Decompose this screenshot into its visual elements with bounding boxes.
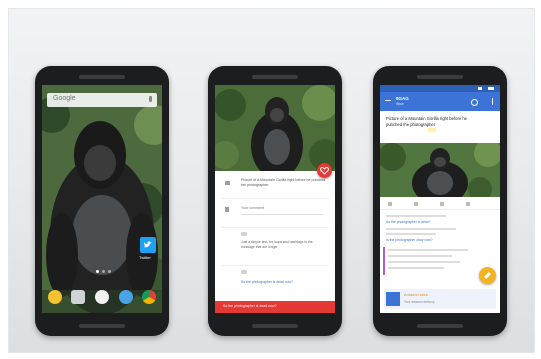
signal-icon [478, 87, 482, 90]
reply-input-placeholder: So the photographer is dead now? [223, 304, 277, 308]
promo-banner[interactable]: Amazon stick Your amazon delivery [384, 289, 496, 309]
reply-card-2: So the photographer is dead now? [221, 265, 329, 292]
product-showcase: Google Twitter Picture of a Mountain Gor… [8, 8, 535, 353]
reply-card: Just a simple test, for loops and hashta… [221, 227, 329, 262]
promo-subtitle: Your amazon delivery [404, 300, 435, 304]
post-action-bar [380, 199, 500, 210]
tweet-detail-screen: Picture of a Mountain Gorilla right befo… [215, 85, 335, 313]
comment-label: Your comment [241, 206, 265, 210]
reply-input-bar[interactable]: So the photographer is dead now? [215, 301, 335, 313]
share-icon[interactable] [471, 99, 478, 106]
google-logo-label: Google [53, 95, 76, 102]
phone-icon[interactable] [119, 290, 133, 304]
reply-text-2: So the photographer is dead now? [241, 280, 293, 284]
comment-input-line[interactable] [241, 214, 323, 215]
comment-meta-line [388, 261, 460, 263]
heart-icon [319, 166, 330, 175]
chrome-icon[interactable] [142, 290, 156, 304]
google-search-bar[interactable]: Google [47, 93, 157, 107]
gorilla-wallpaper [42, 85, 162, 313]
phone-post-detail: 9GAG Wow Picture of a Mountain Gorilla r… [373, 66, 507, 336]
home-screen: Google Twitter [42, 85, 162, 313]
document-icon [225, 207, 229, 212]
phone-home-screen: Google Twitter [35, 66, 169, 336]
bottom-speaker [252, 324, 298, 328]
app-drawer-icon[interactable] [95, 290, 109, 304]
post-gorilla-photo [380, 143, 500, 197]
repost-icon[interactable] [440, 202, 444, 206]
favorite-fab-button[interactable] [317, 163, 332, 178]
thread-indicator [383, 247, 385, 275]
reply-link-1[interactable]: So the photographer is dead? [386, 220, 431, 224]
twitter-app-label: Twitter [139, 255, 151, 260]
divider [221, 198, 329, 199]
comment-meta-line [388, 249, 468, 251]
bottom-speaker [417, 324, 463, 328]
reply-link-2[interactable]: Is the photographer okay now? [386, 238, 433, 242]
comment-meta-line [386, 233, 436, 235]
post-title: Picture of a Mountain Gorilla right befo… [386, 116, 468, 127]
avatar [241, 232, 247, 236]
back-arrow-icon[interactable] [385, 100, 391, 101]
tweet-text: Picture of a Mountain Gorilla right befo… [241, 178, 326, 187]
comment-meta-line [388, 267, 444, 269]
gorilla-photo [215, 85, 335, 171]
battery-icon [488, 87, 494, 90]
bottom-speaker [79, 324, 125, 328]
app-icon[interactable] [48, 290, 62, 304]
microphone-icon[interactable] [149, 96, 152, 102]
earpiece-speaker [79, 75, 125, 79]
comment-meta-line [386, 228, 456, 230]
promo-title: Amazon stick [404, 292, 428, 297]
reply-text: Just a simple test, for loops and hashta… [241, 240, 313, 249]
star-icon[interactable] [466, 202, 470, 206]
earpiece-speaker [252, 75, 298, 79]
pencil-icon [483, 271, 492, 280]
tag-badge [428, 128, 436, 132]
toolbar-title: 9GAG [396, 96, 409, 101]
toolbar-subtitle: Wow [396, 102, 404, 106]
comment-icon[interactable] [414, 202, 418, 206]
more-icon[interactable] [492, 98, 493, 105]
app-toolbar: 9GAG Wow [380, 92, 500, 111]
twitter-app-icon[interactable] [140, 237, 156, 253]
status-bar [380, 85, 500, 92]
bookmark-icon[interactable] [225, 181, 230, 185]
earpiece-speaker [417, 75, 463, 79]
like-icon[interactable] [388, 202, 392, 206]
avatar [241, 270, 247, 274]
comment-meta-line [388, 255, 452, 257]
camera-icon[interactable] [71, 290, 85, 304]
twitter-bird-icon [143, 241, 152, 248]
app-dock [42, 281, 162, 313]
phone-tweet-detail: Picture of a Mountain Gorilla right befo… [208, 66, 342, 336]
post-detail-screen: 9GAG Wow Picture of a Mountain Gorilla r… [380, 85, 500, 313]
promo-thumbnail [386, 292, 400, 306]
comment-meta-line [386, 215, 446, 217]
compose-fab-button[interactable] [479, 267, 496, 284]
page-indicator [96, 270, 111, 273]
